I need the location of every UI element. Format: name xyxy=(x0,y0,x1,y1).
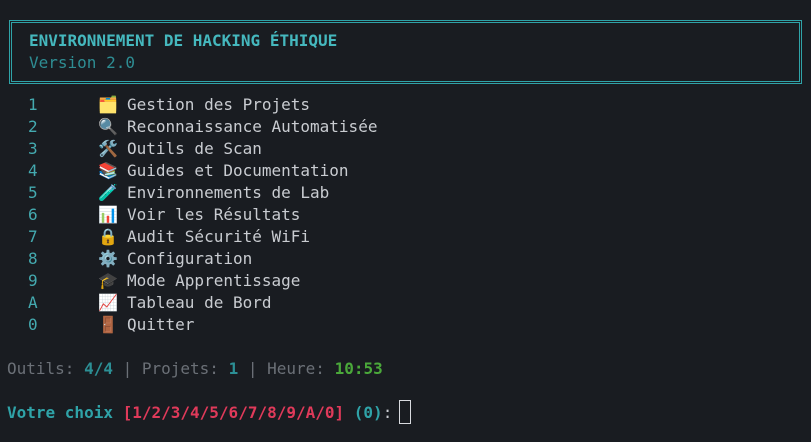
menu-item[interactable]: 1 🗂️ Gestion des Projets xyxy=(0,94,811,116)
menu-item-key: 2 xyxy=(28,117,38,136)
menu-item-key: 3 xyxy=(28,139,38,158)
menu-item-label: Outils de Scan xyxy=(127,139,262,158)
app-version: Version 2.0 xyxy=(29,53,135,72)
chart-increasing-icon: 📈 xyxy=(98,293,118,312)
menu-item-label: Quitter xyxy=(127,315,195,334)
time-label: Heure: xyxy=(267,359,335,378)
menu-item[interactable]: 2 🔍 Reconnaissance Automatisée xyxy=(0,116,811,138)
menu-item-key: 1 xyxy=(28,95,38,114)
prompt-colon: : xyxy=(382,403,393,422)
menu-item[interactable]: 4 📚 Guides et Documentation xyxy=(0,160,811,182)
prompt-label: Votre choix xyxy=(7,403,123,422)
choice-prompt: Votre choix [1/2/3/4/5/6/7/8/9/A/0] (0): xyxy=(7,400,412,426)
projects-label: Projets: xyxy=(141,359,229,378)
header-box: ENVIRONNEMENT DE HACKING ÉTHIQUE Version… xyxy=(9,20,802,84)
menu-item-label: Mode Apprentissage xyxy=(127,271,301,290)
prompt-choices: [1/2/3/4/5/6/7/8/9/A/0] xyxy=(122,403,345,422)
lock-icon: 🔒 xyxy=(98,227,118,246)
status-separator: | xyxy=(238,359,268,378)
door-icon: 🚪 xyxy=(98,315,118,334)
terminal-window: ENVIRONNEMENT DE HACKING ÉTHIQUE Version… xyxy=(0,0,811,442)
app-title: ENVIRONNEMENT DE HACKING ÉTHIQUE xyxy=(29,31,338,50)
menu-item-label: Audit Sécurité WiFi xyxy=(127,227,311,246)
prompt-default: (0) xyxy=(344,403,383,422)
tools-count: 4/4 xyxy=(84,359,113,378)
books-icon: 📚 xyxy=(98,161,118,180)
menu-item-label: Guides et Documentation xyxy=(127,161,349,180)
gear-icon: ⚙️ xyxy=(98,249,118,268)
menu-item-key: 5 xyxy=(28,183,38,202)
menu-item-key: 8 xyxy=(28,249,38,268)
status-line: Outils: 4/4 | Projets: 1 | Heure: 10:53 xyxy=(7,358,383,380)
menu-item[interactable]: 8 ⚙️ Configuration xyxy=(0,248,811,270)
menu-item[interactable]: 7 🔒 Audit Sécurité WiFi xyxy=(0,226,811,248)
main-menu: 1 🗂️ Gestion des Projets 2 🔍 Reconnaissance A… xyxy=(0,94,811,336)
menu-item-label: Configuration xyxy=(127,249,253,268)
card-index-dividers-icon: 🗂️ xyxy=(98,95,118,114)
menu-item-label: Reconnaissance Automatisée xyxy=(127,117,378,136)
time-value: 10:53 xyxy=(334,359,383,378)
menu-item-label: Tableau de Bord xyxy=(127,293,272,312)
tools-icon: 🛠️ xyxy=(98,139,118,158)
menu-item[interactable]: 6 📊 Voir les Résultats xyxy=(0,204,811,226)
menu-item[interactable]: 9 🎓 Mode Apprentissage xyxy=(0,270,811,292)
menu-item-label: Voir les Résultats xyxy=(127,205,301,224)
graduation-cap-icon: 🎓 xyxy=(98,271,118,290)
menu-item-label: Gestion des Projets xyxy=(127,95,311,114)
menu-item[interactable]: 0 🚪 Quitter xyxy=(0,314,811,336)
status-separator: | xyxy=(112,359,142,378)
projects-count: 1 xyxy=(228,359,239,378)
menu-item[interactable]: A 📈 Tableau de Bord xyxy=(0,292,811,314)
magnifying-glass-icon: 🔍 xyxy=(98,117,118,136)
menu-item-key: 4 xyxy=(28,161,38,180)
menu-item[interactable]: 3 🛠️ Outils de Scan xyxy=(0,138,811,160)
tools-label: Outils: xyxy=(7,359,85,378)
menu-item[interactable]: 5 🧪 Environnements de Lab xyxy=(0,182,811,204)
bar-chart-icon: 📊 xyxy=(98,205,118,224)
input-cursor[interactable] xyxy=(399,400,412,424)
menu-item-key: 0 xyxy=(28,315,38,334)
menu-item-key: 6 xyxy=(28,205,38,224)
test-tube-icon: 🧪 xyxy=(98,183,118,202)
menu-item-key: 9 xyxy=(28,271,38,290)
menu-item-key: 7 xyxy=(28,227,38,246)
menu-item-label: Environnements de Lab xyxy=(127,183,330,202)
menu-item-key: A xyxy=(28,293,38,312)
